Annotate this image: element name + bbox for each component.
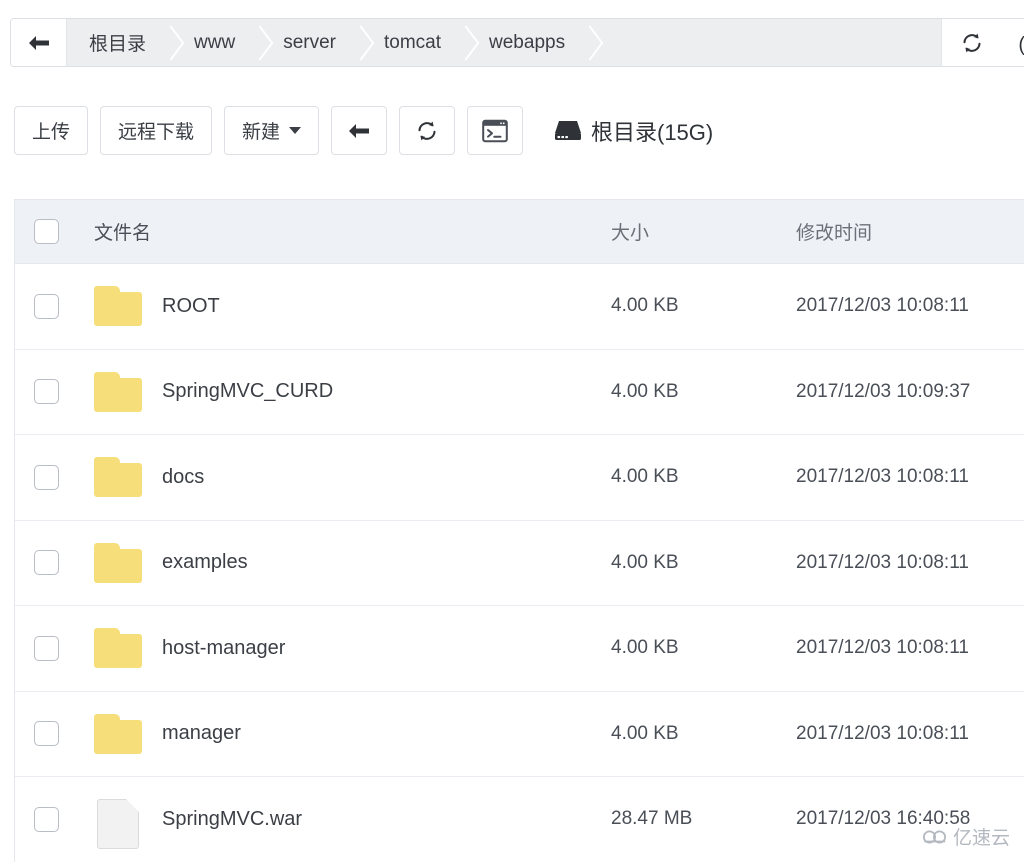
row-checkbox-cell [15, 465, 77, 490]
remote-download-button[interactable]: 远程下载 [100, 106, 212, 155]
breadcrumb-label: server [283, 32, 336, 54]
file-icon [94, 799, 142, 839]
column-header-name[interactable]: 文件名 [77, 218, 611, 245]
breadcrumb-item-1[interactable]: www [172, 19, 261, 66]
file-name-label[interactable]: docs [162, 466, 204, 489]
toolbar-refresh-button[interactable] [399, 106, 455, 155]
folder-icon [94, 372, 142, 412]
table-row[interactable]: docs 4.00 KB2017/12/03 10:08:11 [15, 435, 1024, 521]
row-checkbox-cell [15, 636, 77, 661]
back-arrow-icon [26, 33, 52, 53]
row-checkbox[interactable] [34, 379, 59, 404]
row-checkbox[interactable] [34, 550, 59, 575]
breadcrumb-trailing-text: (未 [1002, 19, 1024, 66]
row-name-cell: docs [77, 457, 611, 497]
table-header-row: 文件名 大小 修改时间 [15, 200, 1024, 264]
file-name-label[interactable]: ROOT [162, 295, 220, 318]
file-size-label: 4.00 KB [611, 552, 796, 574]
file-size-label: 4.00 KB [611, 637, 796, 659]
file-modified-label: 2017/12/03 10:08:11 [796, 552, 1024, 574]
file-name-label[interactable]: host-manager [162, 637, 285, 660]
row-name-cell: SpringMVC.war [77, 799, 611, 839]
breadcrumb-track: 根目录 www server tomcat webapps [67, 19, 941, 66]
row-name-cell: host-manager [77, 628, 611, 668]
file-name-label[interactable]: SpringMVC.war [162, 808, 302, 831]
upload-button[interactable]: 上传 [14, 106, 88, 155]
file-name-label[interactable]: SpringMVC_CURD [162, 380, 333, 403]
breadcrumb-label: 根目录 [89, 29, 146, 56]
file-modified-label: 2017/12/03 10:08:11 [796, 466, 1024, 488]
breadcrumb-filler [591, 19, 941, 66]
folder-icon [94, 628, 142, 668]
hard-drive-icon [554, 119, 582, 143]
file-size-label: 4.00 KB [611, 381, 796, 403]
select-all-cell [15, 219, 77, 244]
file-size-label: 4.00 KB [611, 466, 796, 488]
table-row[interactable]: examples 4.00 KB2017/12/03 10:08:11 [15, 521, 1024, 607]
folder-icon [94, 543, 142, 583]
file-modified-label: 2017/12/03 16:40:58 [796, 808, 1024, 830]
file-modified-label: 2017/12/03 10:08:11 [796, 295, 1024, 317]
terminal-icon [482, 119, 508, 143]
file-modified-label: 2017/12/03 10:08:11 [796, 637, 1024, 659]
column-header-modified[interactable]: 修改时间 [796, 218, 1024, 245]
file-modified-label: 2017/12/03 10:09:37 [796, 381, 1024, 403]
file-name-label[interactable]: examples [162, 551, 248, 574]
folder-icon [94, 286, 142, 326]
table-row[interactable]: ROOT 4.00 KB2017/12/03 10:08:11 [15, 264, 1024, 350]
file-size-label: 4.00 KB [611, 723, 796, 745]
refresh-icon [415, 119, 439, 143]
folder-icon [94, 714, 142, 754]
row-checkbox[interactable] [34, 636, 59, 661]
disk-label: 根目录(15G) [591, 115, 713, 147]
breadcrumb-item-2[interactable]: server [261, 19, 362, 66]
breadcrumb-item-3[interactable]: tomcat [362, 19, 467, 66]
table-row[interactable]: SpringMVC_CURD 4.00 KB2017/12/03 10:09:37 [15, 350, 1024, 436]
back-arrow-icon [346, 121, 372, 141]
row-checkbox-cell [15, 294, 77, 319]
breadcrumb-back-button[interactable] [11, 19, 67, 66]
breadcrumb-label: tomcat [384, 32, 441, 54]
select-all-checkbox[interactable] [34, 219, 59, 244]
row-name-cell: ROOT [77, 286, 611, 326]
table-row[interactable]: host-manager 4.00 KB2017/12/03 10:08:11 [15, 606, 1024, 692]
file-name-label[interactable]: manager [162, 722, 241, 745]
breadcrumb-item-0[interactable]: 根目录 [67, 19, 172, 66]
breadcrumb-label: www [194, 32, 235, 54]
file-size-label: 28.47 MB [611, 808, 796, 830]
new-button-label: 新建 [242, 117, 280, 144]
row-checkbox-cell [15, 721, 77, 746]
disk-label-group: 根目录(15G) [554, 106, 713, 155]
folder-icon [94, 457, 142, 497]
row-checkbox-cell [15, 807, 77, 832]
breadcrumb-item-4[interactable]: webapps [467, 19, 591, 66]
row-checkbox[interactable] [34, 807, 59, 832]
row-name-cell: manager [77, 714, 611, 754]
row-name-cell: examples [77, 543, 611, 583]
table-row[interactable]: SpringMVC.war 28.47 MB2017/12/03 16:40:58 [15, 777, 1024, 862]
refresh-icon [960, 31, 984, 55]
breadcrumb-refresh-button[interactable] [941, 19, 1002, 66]
file-manager-page: 根目录 www server tomcat webapps [0, 0, 1024, 862]
file-modified-label: 2017/12/03 10:08:11 [796, 723, 1024, 745]
toolbar: 上传 远程下载 新建 [14, 106, 523, 155]
row-checkbox[interactable] [34, 721, 59, 746]
row-checkbox[interactable] [34, 294, 59, 319]
row-checkbox-cell [15, 550, 77, 575]
terminal-button[interactable] [467, 106, 523, 155]
breadcrumb-label: webapps [489, 32, 565, 54]
breadcrumb-bar: 根目录 www server tomcat webapps [10, 18, 1024, 67]
column-header-size[interactable]: 大小 [611, 218, 796, 245]
row-checkbox-cell [15, 379, 77, 404]
file-table: 文件名 大小 修改时间 ROOT4.00 KB2017/12/03 10:08:… [14, 199, 1024, 862]
row-name-cell: SpringMVC_CURD [77, 372, 611, 412]
file-size-label: 4.00 KB [611, 295, 796, 317]
toolbar-back-button[interactable] [331, 106, 387, 155]
table-row[interactable]: manager 4.00 KB2017/12/03 10:08:11 [15, 692, 1024, 778]
new-button[interactable]: 新建 [224, 106, 319, 155]
table-body: ROOT4.00 KB2017/12/03 10:08:11SpringMVC_… [15, 264, 1024, 862]
row-checkbox[interactable] [34, 465, 59, 490]
chevron-down-icon [289, 127, 301, 134]
